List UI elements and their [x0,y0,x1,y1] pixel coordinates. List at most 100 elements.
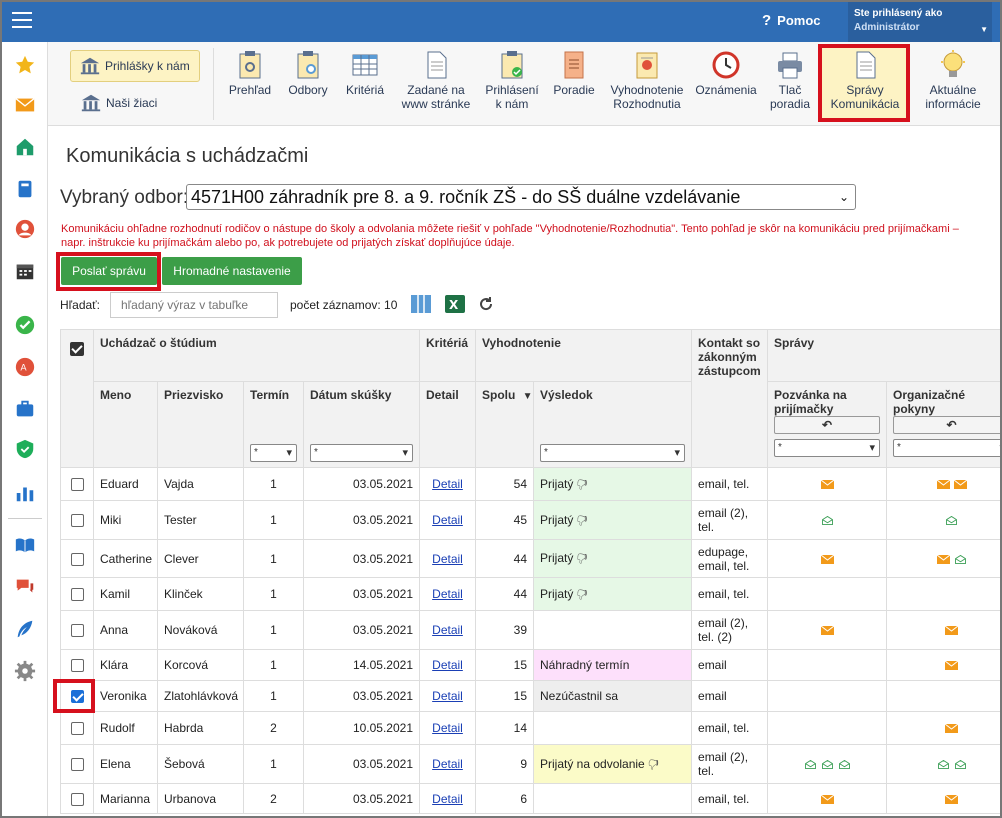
column-header[interactable]: Detail [419,381,476,468]
detail-cell[interactable]: Detail [419,680,476,712]
checkbox-cell[interactable] [60,539,94,578]
row-checkbox[interactable] [70,588,84,602]
detail-link[interactable]: Detail [432,623,463,637]
thumb-icon[interactable]: 🖓 [648,759,659,771]
mail-sent-icon[interactable] [945,724,959,734]
column-header[interactable]: Výsledok * [532,381,693,468]
detail-link[interactable]: Detail [432,721,463,735]
chat-icon[interactable] [14,576,36,598]
home-icon[interactable] [14,136,36,158]
our-students-button[interactable]: Naši žiaci [80,92,157,114]
undo-icon[interactable]: ↶ [774,416,881,434]
tab-zadane[interactable]: Zadané na www stránke [398,50,474,111]
mail-sent-icon[interactable] [820,480,834,490]
gear-icon[interactable] [14,660,36,682]
mail-sent-icon[interactable] [945,661,959,671]
detail-link[interactable]: Detail [432,757,463,771]
mail-sent-icon[interactable] [936,480,950,490]
select-all-checkbox[interactable] [60,329,94,468]
checkbox-cell[interactable] [60,610,94,650]
mail-read-icon[interactable] [945,516,958,526]
thumb-icon[interactable]: 🖓 [577,479,588,491]
tab-prihlaseni[interactable]: Prihlásení k nám [482,50,542,111]
detail-cell[interactable]: Detail [419,711,476,745]
thumb-icon[interactable]: 🖓 [577,553,588,565]
tab-poradie[interactable]: Poradie [548,50,600,97]
feather-icon[interactable] [14,618,36,640]
tab-oznamenia[interactable]: Oznámenia [692,50,760,97]
bulk-settings-button[interactable]: Hromadné nastavenie [162,257,302,285]
mail-read-icon[interactable] [821,760,834,770]
mail-sent-icon[interactable] [945,794,959,804]
detail-link[interactable]: Detail [432,689,463,703]
calendar-icon[interactable] [14,260,36,282]
mail-sent-icon[interactable] [936,554,950,564]
detail-link[interactable]: Detail [432,792,463,806]
mail-sent-icon[interactable] [820,794,834,804]
detail-cell[interactable]: Detail [419,610,476,650]
row-checkbox[interactable] [70,722,84,736]
person-icon[interactable] [14,218,36,240]
row-checkbox[interactable] [70,514,84,528]
detail-cell[interactable]: Detail [419,744,476,784]
column-header[interactable]: Pozvánka na prijímačky ↶ * [767,381,888,468]
detail-cell[interactable]: Detail [419,539,476,578]
column-header[interactable]: Spolu ▼ [475,381,534,468]
book-icon[interactable] [14,178,36,200]
check-badge-icon[interactable] [14,314,36,336]
thumb-icon[interactable]: 🖓 [577,515,588,527]
mail-sent-icon[interactable] [820,626,834,636]
detail-link[interactable]: Detail [432,658,463,672]
column-header[interactable]: Organizačné pokyny ↶ * [886,381,1000,468]
tab-kriteria[interactable]: Kritériá [340,50,390,97]
help-link[interactable]: ? Pomoc [762,12,821,29]
column-header[interactable]: Meno [93,381,158,468]
detail-cell[interactable]: Detail [419,467,476,501]
date-filter[interactable]: * [310,444,413,462]
grade-icon[interactable]: A [14,356,36,378]
checkbox-cell[interactable] [60,500,94,540]
checkbox-cell[interactable] [60,467,94,501]
hamburger-menu-icon[interactable] [12,12,32,28]
mail-read-icon[interactable] [804,760,817,770]
shield-icon[interactable] [14,438,36,460]
detail-link[interactable]: Detail [432,587,463,601]
mail-read-icon[interactable] [821,516,834,526]
detail-link[interactable]: Detail [432,513,463,527]
checkbox-cell[interactable] [60,649,94,681]
invite-filter[interactable]: * [774,439,881,457]
mail-sent-icon[interactable] [953,480,967,490]
detail-link[interactable]: Detail [432,552,463,566]
star-icon[interactable] [14,54,36,76]
refresh-icon[interactable] [478,296,494,312]
row-checkbox[interactable] [70,478,84,492]
mail-read-icon[interactable] [954,554,967,564]
detail-link[interactable]: Detail [432,477,463,491]
detail-cell[interactable]: Detail [419,577,476,611]
chart-icon[interactable] [14,482,36,504]
applications-button[interactable]: Prihlášky k nám [70,50,200,82]
user-menu[interactable]: Ste prihlásený ako Administrátor ▼ [848,2,992,42]
tab-vyhodnotenie[interactable]: Vyhodnotenie Rozhodnutia [606,50,688,111]
column-header[interactable]: Dátum skúšky * [303,381,420,468]
excel-icon[interactable]: X [444,293,466,315]
briefcase-icon[interactable] [14,398,36,420]
row-checkbox[interactable] [70,659,84,673]
search-input[interactable] [110,292,278,318]
columns-icon[interactable] [410,293,432,315]
term-filter[interactable]: * [250,444,297,462]
org-filter[interactable]: * [893,439,1000,457]
checkbox-cell[interactable] [60,577,94,611]
mail-read-icon[interactable] [937,760,950,770]
tab-tlac[interactable]: Tlač poradia [766,50,814,111]
detail-cell[interactable]: Detail [419,500,476,540]
tab-spravy[interactable]: Správy Komunikácia [824,50,906,111]
checkbox-cell[interactable] [60,744,94,784]
undo-icon[interactable]: ↶ [893,416,1000,434]
mail-read-icon[interactable] [838,760,851,770]
checkbox-cell[interactable] [60,783,94,814]
field-select[interactable]: 4571H00 záhradník pre 8. a 9. ročník ZŠ … [186,184,856,210]
tab-aktualne[interactable]: Aktuálne informácie [916,50,990,111]
tab-prehlad[interactable]: Prehľad [224,50,276,97]
mail-sent-icon[interactable] [945,626,959,636]
